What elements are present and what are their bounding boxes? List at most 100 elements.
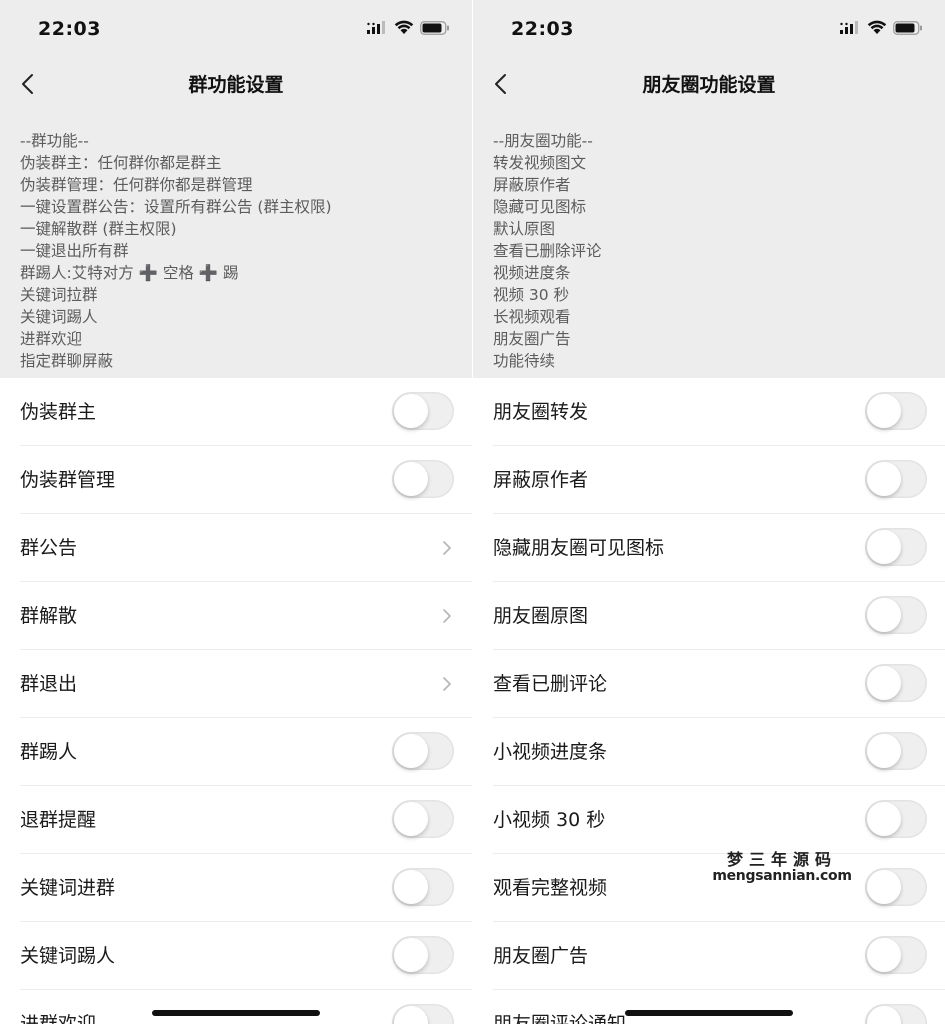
battery-icon: [893, 20, 922, 35]
description-line: 视频进度条: [493, 264, 571, 282]
description-line: 长视频观看: [493, 308, 571, 326]
watermark-cn: 梦三年源码: [726, 850, 837, 869]
settings-row-label: 朋友圈转发: [493, 401, 589, 423]
settings-row-label: 观看完整视频: [493, 877, 608, 899]
toggle-knob: [867, 870, 901, 904]
toggle-knob: [867, 802, 901, 836]
description-line: 屏蔽原作者: [493, 176, 571, 194]
toggle-knob: [867, 734, 901, 768]
description-line: --群功能--: [20, 132, 89, 150]
settings-row-label: 朋友圈评论通知: [493, 1013, 627, 1024]
status-bar: 22:03: [473, 0, 945, 60]
battery-icon: [420, 20, 449, 35]
feature-description: --群功能-- 伪装群主：任何群你都是群主 伪装群管理：任何群你都是群管理 一键设置群…: [20, 130, 462, 372]
description-line: 一键设置群公告：设置所有群公告 (群主权限): [20, 198, 332, 216]
settings-row-label: 小视频进度条: [493, 741, 608, 763]
toggle-switch[interactable]: [865, 596, 927, 634]
toggle-switch[interactable]: [392, 868, 454, 906]
settings-list: 朋友圈转发屏蔽原作者隐藏朋友圈可见图标 朋友圈原图查看已删评论 小视频进度条 小视频 …: [473, 378, 945, 1024]
settings-row-label: 朋友圈原图: [493, 605, 589, 627]
settings-row-label: 查看已删评论: [493, 673, 608, 695]
toggle-knob: [394, 938, 428, 972]
navigation-bar: 群功能设置: [0, 60, 472, 108]
description-line: 转发视频图文: [493, 154, 587, 172]
toggle-switch[interactable]: [392, 800, 454, 838]
toggle-switch[interactable]: [865, 868, 927, 906]
toggle-knob: [394, 870, 428, 904]
settings-row-label: 退群提醒: [20, 809, 97, 831]
settings-row: 伪装群主: [0, 378, 472, 446]
toggle-knob: [394, 394, 428, 428]
settings-row: 查看已删评论: [473, 650, 945, 718]
toggle-knob: [867, 666, 901, 700]
toggle-knob: [867, 938, 901, 972]
settings-row: 小视频进度条: [473, 718, 945, 786]
description-line: 隐藏可见图标: [493, 198, 587, 216]
settings-row: 进群欢迎: [0, 990, 472, 1024]
toggle-knob: [867, 394, 901, 428]
toggle-switch[interactable]: [865, 732, 927, 770]
description-line: 伪装群主：任何群你都是群主: [20, 154, 222, 172]
toggle-knob: [394, 734, 428, 768]
settings-row-label: 进群欢迎: [20, 1013, 97, 1024]
chevron-right-icon: [443, 677, 451, 691]
toggle-knob: [867, 530, 901, 564]
watermark: 梦三年源码 mengsannian.com: [712, 850, 852, 885]
status-time: 22:03: [511, 18, 574, 40]
settings-row: 伪装群管理: [0, 446, 472, 514]
settings-row: 观看完整视频: [473, 854, 945, 922]
toggle-switch[interactable]: [392, 460, 454, 498]
home-indicator[interactable]: [152, 1010, 320, 1016]
toggle-switch[interactable]: [865, 460, 927, 498]
wifi-icon: [867, 20, 887, 34]
toggle-switch[interactable]: [865, 800, 927, 838]
settings-row-label: 群公告: [20, 537, 78, 559]
settings-row: 小视频 30 秒: [473, 786, 945, 854]
description-line: 视频 30 秒: [493, 286, 570, 304]
toggle-switch[interactable]: [865, 528, 927, 566]
settings-row-label: 小视频 30 秒: [493, 809, 606, 831]
settings-row-label: 伪装群主: [20, 401, 97, 423]
settings-row-label: 朋友圈广告: [493, 945, 589, 967]
settings-row-label: 群解散: [20, 605, 78, 627]
toggle-switch[interactable]: [865, 936, 927, 974]
toggle-switch[interactable]: [392, 1004, 454, 1024]
toggle-switch[interactable]: [865, 1004, 927, 1024]
settings-row: 朋友圈原图: [473, 582, 945, 650]
settings-row[interactable]: 群公告: [0, 514, 472, 582]
home-indicator[interactable]: [625, 1010, 793, 1016]
toggle-switch[interactable]: [865, 392, 927, 430]
status-bar: 22:03: [0, 0, 472, 60]
watermark-en: mengsannian.com: [712, 868, 852, 884]
description-line: 默认原图: [493, 220, 556, 238]
settings-row: 关键词进群: [0, 854, 472, 922]
toggle-knob: [867, 462, 901, 496]
settings-row-label: 群退出: [20, 673, 78, 695]
moments-settings-screen: 22:03 朋友圈功能设置 --朋友圈功能-- 转发视频图文 屏蔽原作者 隐藏可…: [473, 0, 945, 1024]
toggle-switch[interactable]: [392, 936, 454, 974]
toggle-knob: [867, 598, 901, 632]
toggle-switch[interactable]: [392, 392, 454, 430]
description-line: --朋友圈功能--: [493, 132, 593, 150]
toggle-switch[interactable]: [392, 732, 454, 770]
description-line: 朋友圈广告: [493, 330, 571, 348]
settings-row-label: 关键词进群: [20, 877, 116, 899]
toggle-knob: [867, 1006, 901, 1024]
chevron-right-icon: [443, 609, 451, 623]
description-line: 功能待续: [493, 352, 556, 370]
toggle-switch[interactable]: [865, 664, 927, 702]
settings-row-label: 群踢人: [20, 741, 78, 763]
settings-row[interactable]: 群解散: [0, 582, 472, 650]
status-icons: [839, 20, 923, 35]
toggle-knob: [394, 1006, 428, 1024]
settings-row-label: 隐藏朋友圈可见图标: [493, 537, 665, 559]
settings-row: 屏蔽原作者: [473, 446, 945, 514]
navigation-bar: 朋友圈功能设置: [473, 60, 945, 108]
chevron-right-icon: [443, 541, 451, 555]
status-time: 22:03: [38, 18, 101, 40]
settings-list: 伪装群主 伪装群管理 群公告 群解散 群退出 群踢人 退群提醒 关键词进群 关键词踢人 进群欢迎: [0, 378, 472, 1024]
status-icons: [366, 20, 450, 35]
settings-row[interactable]: 群退出: [0, 650, 472, 718]
signal-icon: [367, 20, 385, 34]
group-settings-screen: 22:03 群功能设置 --群功能-- 伪装群主：任何群你都是群主 伪装群管理：…: [0, 0, 472, 1024]
